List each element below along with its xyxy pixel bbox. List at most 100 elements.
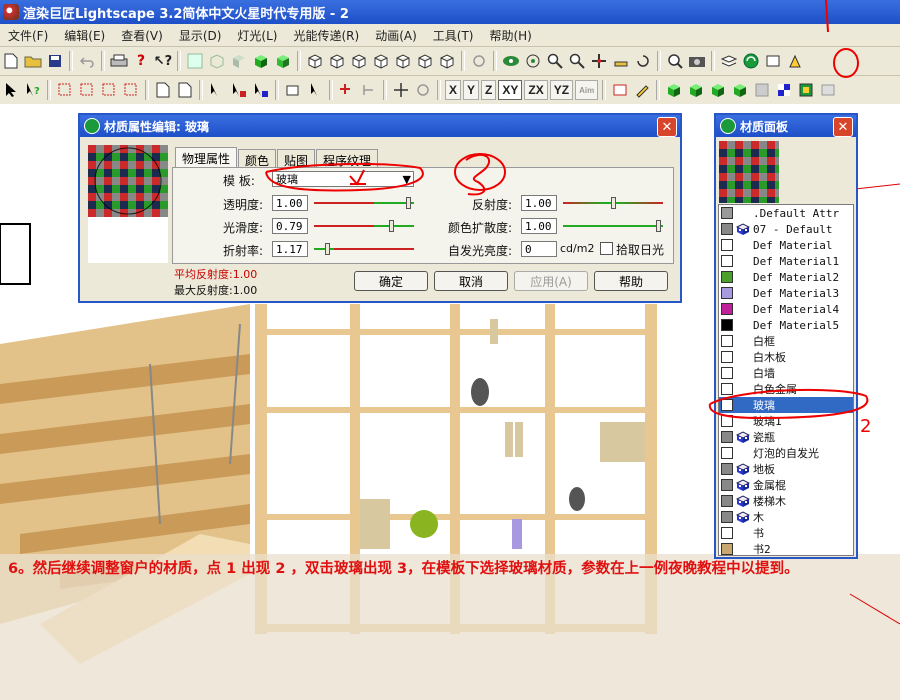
shaded-icon[interactable] (229, 51, 249, 71)
checker-cube-icon[interactable] (774, 80, 794, 100)
pick-surface-icon[interactable] (207, 80, 227, 100)
color-bleed-slider[interactable] (563, 220, 663, 232)
orbit-icon[interactable] (523, 51, 543, 71)
select-query-icon[interactable]: ? (23, 80, 43, 100)
menu-file[interactable]: 文件(F) (0, 27, 56, 44)
menu-display[interactable]: 显示(D) (171, 27, 230, 44)
ok-button[interactable]: 确定 (354, 271, 428, 291)
texture-icon[interactable] (796, 80, 816, 100)
material-list-item[interactable]: 白木板 (719, 349, 853, 365)
axis-xy-button[interactable]: XY (498, 80, 523, 100)
rotate-object-icon[interactable] (413, 80, 433, 100)
render-icon[interactable] (818, 80, 838, 100)
slider-thumb[interactable] (389, 220, 394, 232)
eye-icon[interactable] (501, 51, 521, 71)
select-arrow-icon[interactable] (1, 80, 21, 100)
slider-thumb[interactable] (611, 197, 616, 209)
refraction-slider[interactable] (314, 243, 414, 255)
axis-x-button[interactable]: X (445, 80, 462, 100)
material-list-item[interactable]: 玻璃1 (719, 413, 853, 429)
context-help-icon[interactable]: ↖? (153, 51, 173, 71)
reflectance-field[interactable]: 1.00 (521, 195, 557, 211)
layers-icon[interactable] (719, 51, 739, 71)
select-all-icon[interactable] (153, 80, 173, 100)
pick-layer-icon[interactable] (283, 80, 303, 100)
menu-radiosity[interactable]: 光能传递(R) (285, 27, 367, 44)
add-point-icon[interactable] (337, 80, 357, 100)
material-list-item[interactable]: Def Material1 (719, 253, 853, 269)
material-list-item[interactable]: Def Material (719, 237, 853, 253)
transparency-field[interactable]: 1.00 (272, 195, 308, 211)
apply-button[interactable]: 应用(A) (514, 271, 588, 291)
smoothness-field[interactable]: 0.79 (272, 218, 308, 234)
material-panel-close-button[interactable]: ✕ (833, 117, 853, 137)
material-list-item[interactable]: Def Material3 (719, 285, 853, 301)
axis-z-button[interactable]: Z (481, 80, 497, 100)
material-dialog-close-button[interactable]: ✕ (657, 117, 677, 137)
axis-zx-button[interactable]: ZX (524, 80, 548, 100)
slider-thumb[interactable] (656, 220, 661, 232)
material-list-item[interactable]: 木 (719, 509, 853, 525)
material-list-item[interactable]: 金属棍 (719, 477, 853, 493)
material-list-item[interactable]: 灯泡的自发光 (719, 445, 853, 461)
aim-button[interactable]: Aim (575, 80, 599, 100)
pick-block-icon[interactable] (251, 80, 271, 100)
template-dropdown[interactable]: 玻璃 ▼ (272, 171, 414, 187)
cube-wire-icon-3[interactable] (349, 51, 369, 71)
menu-view[interactable]: 查看(V) (113, 27, 171, 44)
tree-icon[interactable] (359, 80, 379, 100)
menu-edit[interactable]: 编辑(E) (56, 27, 113, 44)
material-list-item[interactable]: 瓷瓶 (719, 429, 853, 445)
material-list-item[interactable]: 白框 (719, 333, 853, 349)
print-icon[interactable] (109, 51, 129, 71)
luminance-field[interactable]: 0 (521, 241, 557, 257)
lights-panel-icon[interactable] (785, 51, 805, 71)
material-list-item[interactable]: 地板 (719, 461, 853, 477)
refraction-field[interactable]: 1.17 (272, 241, 308, 257)
material-list-item[interactable]: 书 (719, 525, 853, 541)
select-add-icon[interactable] (77, 80, 97, 100)
cube-wire-icon-4[interactable] (371, 51, 391, 71)
material-list-item[interactable]: Def Material4 (719, 301, 853, 317)
solid-green-icon[interactable] (251, 51, 271, 71)
undo-icon[interactable] (77, 51, 97, 71)
menu-tools[interactable]: 工具(T) (425, 27, 482, 44)
menu-light[interactable]: 灯光(L) (229, 27, 285, 44)
material-list-item[interactable]: Def Material5 (719, 317, 853, 333)
help-button[interactable]: 帮助 (594, 271, 668, 291)
smoothness-slider[interactable] (314, 220, 414, 232)
new-file-icon[interactable] (1, 51, 21, 71)
cube-solid-icon-4[interactable] (730, 80, 750, 100)
cube-wire-icon-7[interactable] (437, 51, 457, 71)
cube-solid-icon[interactable] (664, 80, 684, 100)
cube-wire-icon-6[interactable] (415, 51, 435, 71)
menu-animation[interactable]: 动画(A) (367, 27, 425, 44)
cube-wire-icon-2[interactable] (327, 51, 347, 71)
zoom-extents-icon[interactable] (665, 51, 685, 71)
render-mode-icon[interactable] (185, 51, 205, 71)
axis-y-button[interactable]: Y (463, 80, 480, 100)
slider-thumb[interactable] (325, 243, 330, 255)
cube-wire-icon[interactable] (305, 51, 325, 71)
open-folder-icon[interactable] (23, 51, 43, 71)
cube-solid-icon-2[interactable] (686, 80, 706, 100)
menu-help[interactable]: 帮助(H) (481, 27, 539, 44)
axis-yz-button[interactable]: YZ (549, 80, 574, 100)
cancel-button[interactable]: 取消 (434, 271, 508, 291)
color-bleed-field[interactable]: 1.00 (521, 218, 557, 234)
cube-wire-icon-5[interactable] (393, 51, 413, 71)
pencil-icon[interactable] (632, 80, 652, 100)
rotate-icon[interactable] (633, 51, 653, 71)
materials-panel-icon[interactable] (741, 51, 761, 71)
material-list-item[interactable]: .Default Attr (719, 205, 853, 221)
zoom-in-icon[interactable] (545, 51, 565, 71)
slider-thumb[interactable] (406, 197, 411, 209)
walk-icon[interactable] (611, 51, 631, 71)
daylight-checkbox[interactable] (600, 242, 613, 255)
select-none-icon[interactable] (175, 80, 195, 100)
solid-green-icon-2[interactable] (273, 51, 293, 71)
material-list-item[interactable]: 楼梯木 (719, 493, 853, 509)
select-toggle-icon[interactable] (121, 80, 141, 100)
gray-square-icon[interactable] (752, 80, 772, 100)
material-list-item[interactable]: 07 - Default (719, 221, 853, 237)
